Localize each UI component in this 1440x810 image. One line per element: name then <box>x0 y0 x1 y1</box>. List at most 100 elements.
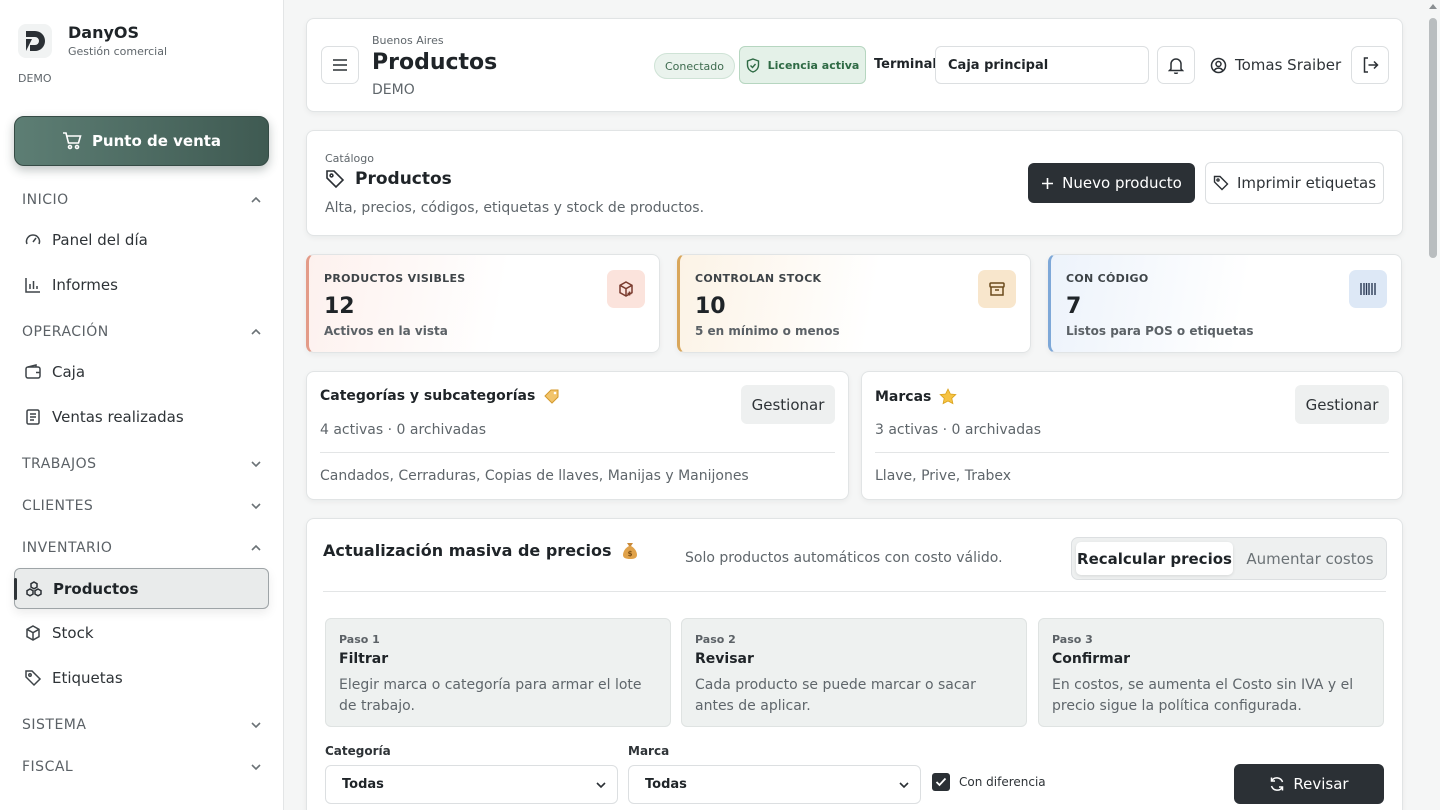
difference-checkbox[interactable]: Con diferencia <box>932 773 1046 791</box>
chevron-up-icon <box>251 196 261 203</box>
new-product-label: Nuevo producto <box>1062 174 1182 192</box>
catalog-description: Alta, precios, códigos, etiquetas y stoc… <box>325 200 705 216</box>
step-kicker: Paso 1 <box>339 633 380 646</box>
brand: DanyOS Gestión comercial <box>18 24 167 58</box>
wallet-icon <box>25 364 41 379</box>
user-circle-icon <box>1210 57 1227 73</box>
brands-card: Marcas 3 activas · 0 archivadas Llave, P… <box>861 371 1403 500</box>
sidebar-item-stock[interactable]: Stock <box>24 624 264 642</box>
archive-icon <box>978 270 1016 308</box>
checkbox-checked-icon <box>932 773 950 791</box>
category-filter-value: Todas <box>342 777 384 792</box>
star-icon <box>939 388 958 405</box>
terminal-select[interactable]: Caja principal <box>935 46 1149 84</box>
sidebar-item-etiquetas[interactable]: Etiquetas <box>24 669 264 687</box>
stat-with-code: CON CÓDIGO 7 Listos para POS o etiquetas <box>1048 254 1402 353</box>
step-title: Revisar <box>695 651 754 667</box>
sidebar-item-label: Panel del día <box>52 231 148 249</box>
page-scrollbar[interactable] <box>1426 0 1440 810</box>
package-icon <box>26 625 40 641</box>
stat-label: CON CÓDIGO <box>1066 272 1149 285</box>
location-label: Buenos Aires <box>372 34 444 47</box>
stat-label: CONTROLAN STOCK <box>695 272 822 285</box>
nav-section-inventario[interactable]: INVENTARIO <box>22 540 262 556</box>
brand-filter-label: Marca <box>628 744 670 758</box>
sidebar-item-panel[interactable]: Panel del día <box>24 231 264 249</box>
step-kicker: Paso 2 <box>695 633 736 646</box>
nav-section-inicio[interactable]: INICIO <box>22 192 262 208</box>
catalog-title: Productos <box>325 169 452 189</box>
boxes-icon <box>26 580 42 597</box>
brands-list: Llave, Prive, Trabex <box>875 468 1012 484</box>
tab-increase-costs[interactable]: Aumentar costos <box>1236 542 1384 575</box>
sidebar: DanyOS Gestión comercial DEMO Punto de v… <box>0 0 284 810</box>
brand-filter-select[interactable]: Todas <box>628 765 921 804</box>
bar-chart-icon <box>25 278 40 293</box>
catalog-kicker: Catálogo <box>325 152 374 165</box>
print-labels-button[interactable]: Imprimir etiquetas <box>1205 162 1384 204</box>
step-card: Paso 3 Confirmar En costos, se aumenta e… <box>1038 618 1384 727</box>
sidebar-item-label: Caja <box>52 363 86 381</box>
new-product-button[interactable]: Nuevo producto <box>1028 163 1195 203</box>
receipt-icon <box>26 409 40 425</box>
refresh-icon <box>1271 777 1284 791</box>
user-name: Tomas Sraiber <box>1235 56 1342 74</box>
chevron-down-icon <box>251 722 261 729</box>
point-of-sale-button[interactable]: Punto de venta <box>14 116 269 166</box>
nav-section-fiscal[interactable]: FISCAL <box>22 759 262 775</box>
user-menu[interactable]: Tomas Sraiber <box>1210 56 1341 74</box>
hamburger-icon <box>333 59 347 71</box>
review-button[interactable]: Revisar <box>1234 764 1384 804</box>
manage-categories-button[interactable]: Gestionar <box>741 385 835 424</box>
brands-title: Marcas <box>875 388 958 405</box>
nav-section-clientes[interactable]: CLIENTES <box>22 498 262 514</box>
menu-button[interactable] <box>321 46 359 84</box>
nav-section-sistema[interactable]: SISTEMA <box>22 717 262 733</box>
sidebar-item-caja[interactable]: Caja <box>24 363 264 381</box>
catalog-header: Catálogo Productos Alta, precios, código… <box>306 130 1403 236</box>
sidebar-item-productos[interactable]: Productos <box>14 568 269 609</box>
nav-section-label: SISTEMA <box>22 717 87 733</box>
brand-tag: DEMO <box>18 72 52 85</box>
sidebar-item-label: Stock <box>52 624 94 642</box>
stat-value: 7 <box>1066 294 1082 319</box>
chevron-down-icon <box>251 461 261 468</box>
sidebar-item-ventas[interactable]: Ventas realizadas <box>24 408 264 426</box>
notifications-button[interactable] <box>1157 46 1195 84</box>
tag-icon <box>326 170 345 189</box>
plus-icon <box>1042 177 1054 189</box>
print-labels-label: Imprimir etiquetas <box>1236 174 1377 192</box>
logout-button[interactable] <box>1351 46 1389 84</box>
manage-brands-button[interactable]: Gestionar <box>1295 385 1389 424</box>
tab-recalculate-prices[interactable]: Recalcular precios <box>1076 542 1233 575</box>
scroll-up-icon[interactable] <box>1429 4 1437 9</box>
terminal-label: Terminal <box>874 57 937 72</box>
sidebar-item-informes[interactable]: Informes <box>24 276 264 294</box>
category-filter-select[interactable]: Todas <box>325 765 618 804</box>
connection-badge: Conectado <box>654 53 735 79</box>
mode-toggle: Recalcular precios Aumentar costos <box>1071 537 1387 580</box>
tag-icon <box>25 670 42 687</box>
step-description: Elegir marca o categoría para armar el l… <box>339 677 642 714</box>
sidebar-item-label: Ventas realizadas <box>52 408 184 426</box>
scroll-thumb[interactable] <box>1429 18 1437 258</box>
categories-count: 4 activas · 0 archivadas <box>320 422 486 438</box>
stat-stock-controlled: CONTROLAN STOCK 10 5 en mínimo o menos <box>677 254 1031 353</box>
brand-filter-value: Todas <box>645 777 687 792</box>
nav-section-label: OPERACIÓN <box>22 324 109 340</box>
brands-title-text: Marcas <box>875 388 932 405</box>
money-bag-icon: $ <box>621 541 639 560</box>
stat-subtext: 5 en mínimo o menos <box>695 324 840 338</box>
nav-section-operacion[interactable]: OPERACIÓN <box>22 324 262 340</box>
svg-text:$: $ <box>627 550 632 558</box>
nav-section-trabajos[interactable]: TRABAJOS <box>22 456 262 472</box>
divider <box>320 452 835 453</box>
step-description: En costos, se aumenta el Costo sin IVA y… <box>1052 677 1354 714</box>
license-label: Licencia activa <box>767 58 860 72</box>
chevron-down-icon <box>596 781 606 788</box>
chevron-down-icon <box>899 781 909 788</box>
bulk-note: Solo productos automáticos con costo vál… <box>685 550 1003 566</box>
categories-title-text: Categorías y subcategorías <box>320 388 536 404</box>
bulk-title: Actualización masiva de precios $ <box>323 541 639 560</box>
tag-icon <box>1213 175 1229 191</box>
